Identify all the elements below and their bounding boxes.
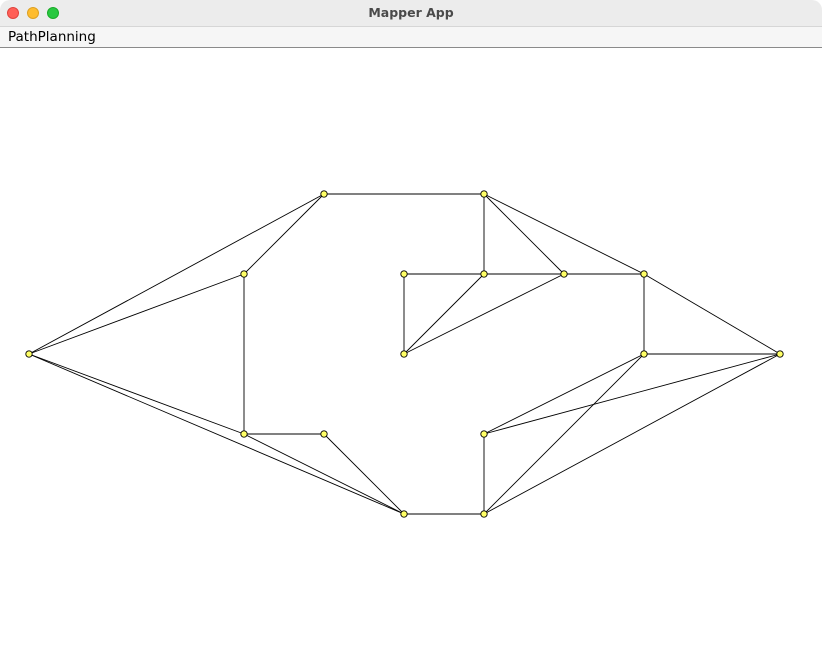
graph-node[interactable]: [480, 430, 488, 438]
graph-node[interactable]: [480, 190, 488, 198]
menu-bar: PathPlanning: [0, 27, 822, 48]
graph-edge: [483, 353, 645, 515]
graph-node[interactable]: [240, 430, 248, 438]
graph-node[interactable]: [640, 270, 648, 278]
window-title: Mapper App: [368, 5, 454, 20]
graph-node[interactable]: [480, 270, 488, 278]
graph-node[interactable]: [640, 350, 648, 358]
app-window: Mapper App PathPlanning: [0, 0, 822, 672]
graph-edge: [28, 193, 325, 355]
graph-node[interactable]: [320, 190, 328, 198]
graph-node[interactable]: [776, 350, 784, 358]
graph-edge: [243, 193, 325, 275]
graph-node[interactable]: [480, 510, 488, 518]
graph-edge: [403, 273, 485, 355]
graph-edge: [643, 273, 781, 355]
graph-edge: [243, 433, 405, 515]
graph-node[interactable]: [320, 430, 328, 438]
graph-node[interactable]: [25, 350, 33, 358]
graph-node[interactable]: [400, 270, 408, 278]
menu-pathplanning[interactable]: PathPlanning: [8, 29, 96, 45]
graph-edge: [323, 433, 405, 515]
graph-edge: [483, 353, 781, 515]
graph-node[interactable]: [240, 270, 248, 278]
graph-edge: [483, 353, 645, 435]
graph-edge: [28, 273, 245, 355]
graph-edge: [403, 273, 565, 355]
graph-edge: [28, 353, 245, 435]
graph-edge: [28, 353, 405, 515]
graph-edge: [483, 193, 565, 275]
graph-node[interactable]: [560, 270, 568, 278]
map-canvas[interactable]: [0, 48, 822, 672]
title-bar: Mapper App: [0, 0, 822, 27]
graph-edge: [483, 193, 645, 275]
graph-node[interactable]: [400, 510, 408, 518]
graph-node[interactable]: [400, 350, 408, 358]
